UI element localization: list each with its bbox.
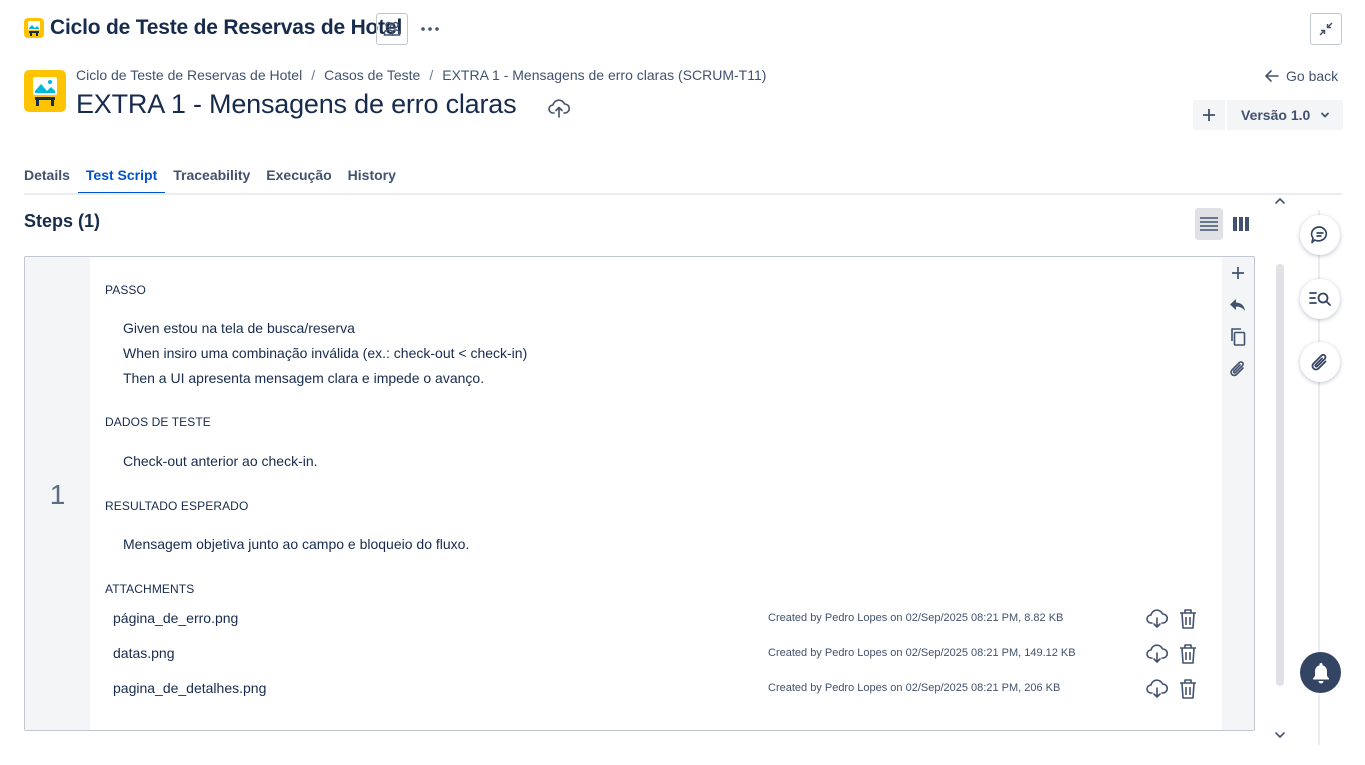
dados-label: DADOS DE TESTE — [105, 415, 211, 429]
step-number-column: 1 — [25, 257, 90, 730]
download-icon[interactable] — [1145, 677, 1169, 701]
resultado-text[interactable]: Mensagem objetiva junto ao campo e bloqu… — [123, 536, 469, 552]
attachment-meta: Created by Pedro Lopes on 02/Sep/2025 08… — [768, 612, 1064, 624]
download-icon[interactable] — [1145, 607, 1169, 631]
download-icon[interactable] — [1145, 642, 1169, 666]
steps-title: Steps (1) — [24, 211, 101, 231]
collapse-icon — [1319, 22, 1333, 36]
breadcrumb-item-cycle[interactable]: Ciclo de Teste de Reservas de Hotel — [76, 67, 302, 83]
tab-execucao[interactable]: Execução — [258, 160, 339, 194]
version-label: Versão 1.0 — [1241, 107, 1311, 123]
bell-icon — [1312, 662, 1329, 683]
tab-history[interactable]: History — [340, 160, 404, 194]
go-back-label: Go back — [1286, 68, 1339, 84]
reply-icon — [1230, 299, 1245, 311]
attachment-meta: Created by Pedro Lopes on 02/Sep/2025 08… — [768, 647, 1076, 659]
people-button[interactable] — [376, 13, 408, 45]
trash-icon[interactable] — [1177, 677, 1199, 701]
attachments-label: ATTACHMENTS — [105, 582, 195, 596]
arrow-left-icon — [1264, 70, 1279, 82]
tab-details[interactable]: Details — [24, 160, 78, 194]
tab-test-script[interactable]: Test Script — [77, 160, 166, 194]
test-case-icon — [24, 70, 66, 112]
version-control: Versão 1.0 — [1193, 100, 1343, 130]
notifications-button[interactable] — [1300, 652, 1341, 693]
go-back-link[interactable]: Go back — [1264, 66, 1338, 86]
scroll-up-icon[interactable] — [1273, 194, 1287, 208]
resultado-label: RESULTADO ESPERADO — [105, 499, 249, 513]
app-title: Ciclo de Teste de Reservas de Hotel — [50, 16, 403, 39]
attachment-row: pagina_de_detalhes.png Created by Pedro … — [113, 677, 1213, 701]
attachment-name[interactable]: pagina_de_detalhes.png — [113, 680, 266, 696]
attachment-row: datas.png Created by Pedro Lopes on 02/S… — [113, 642, 1213, 666]
attachment-meta: Created by Pedro Lopes on 02/Sep/2025 08… — [768, 682, 1061, 694]
cloud-upload-icon[interactable] — [547, 96, 571, 120]
paperclip-icon — [1311, 353, 1327, 371]
column-view-icon — [1233, 217, 1249, 231]
step-tools — [1222, 257, 1254, 730]
trash-icon[interactable] — [1177, 607, 1199, 631]
comments-button[interactable] — [1300, 215, 1340, 255]
list-view-icon — [1200, 217, 1218, 231]
collapse-button[interactable] — [1310, 13, 1342, 45]
list-search-icon — [1309, 292, 1331, 306]
tab-bar: Details Test Script Traceability Execuçã… — [24, 160, 404, 194]
passo-line[interactable]: When insiro uma combinação inválida (ex.… — [123, 345, 527, 361]
attachments-button[interactable] — [1300, 342, 1340, 382]
breadcrumb-item-current[interactable]: EXTRA 1 - Mensagens de erro claras (SCRU… — [442, 67, 766, 83]
attach-button[interactable] — [1226, 357, 1250, 381]
attachment-name[interactable]: datas.png — [113, 645, 175, 661]
passo-label: PASSO — [105, 283, 146, 297]
step-card: 1 PASSO Given estou na tela de busca/res… — [24, 256, 1255, 731]
attachment-row: página_de_erro.png Created by Pedro Lope… — [113, 607, 1213, 631]
breadcrumb-item-test-cases[interactable]: Casos de Teste — [324, 67, 420, 83]
add-step-button[interactable] — [1226, 261, 1250, 285]
tab-traceability[interactable]: Traceability — [165, 160, 258, 194]
search-details-button[interactable] — [1300, 279, 1340, 319]
scroll-down-icon[interactable] — [1273, 728, 1287, 742]
tabs-divider — [24, 193, 1342, 195]
chevron-down-icon — [1321, 112, 1330, 118]
app-icon — [24, 18, 44, 38]
page-title: EXTRA 1 - Mensagens de erro claras — [76, 89, 517, 119]
breadcrumb-separator: / — [429, 67, 434, 83]
more-icon — [421, 27, 439, 31]
plus-icon — [1232, 267, 1244, 279]
scrollbar-thumb[interactable] — [1276, 264, 1284, 686]
breadcrumb-separator: / — [311, 67, 316, 83]
column-view-button[interactable] — [1227, 208, 1255, 240]
version-select[interactable]: Versão 1.0 — [1227, 100, 1343, 130]
reply-button[interactable] — [1226, 293, 1250, 317]
attachment-name[interactable]: página_de_erro.png — [113, 610, 238, 626]
add-version-button[interactable] — [1193, 100, 1225, 130]
step-number: 1 — [49, 479, 66, 510]
dados-text[interactable]: Check-out anterior ao check-in. — [123, 453, 318, 469]
breadcrumb: Ciclo de Teste de Reservas de Hotel / Ca… — [76, 67, 766, 83]
passo-line[interactable]: Then a UI apresenta mensagem clara e imp… — [123, 370, 484, 386]
plus-icon — [1203, 109, 1215, 121]
people-icon — [383, 21, 401, 36]
more-button[interactable] — [414, 13, 446, 45]
paperclip-icon — [1230, 361, 1244, 377]
trash-icon[interactable] — [1177, 642, 1199, 666]
list-view-button[interactable] — [1195, 208, 1223, 240]
copy-icon — [1231, 328, 1246, 346]
comment-icon — [1310, 226, 1328, 244]
passo-line[interactable]: Given estou na tela de busca/reserva — [123, 320, 355, 336]
app-header: Ciclo de Teste de Reservas de Hotel — [0, 0, 1365, 58]
clone-button[interactable] — [1226, 325, 1250, 349]
